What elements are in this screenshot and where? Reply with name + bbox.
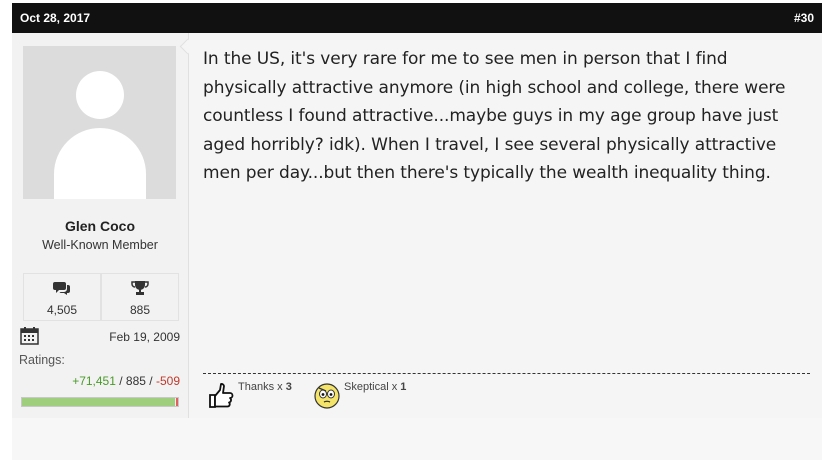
reaction-count: 3 (285, 381, 292, 393)
ratings-values[interactable]: +71,451 / 885 / -509 (72, 374, 180, 388)
avatar-shoulders (54, 128, 146, 199)
ratings-neutral: 885 (125, 374, 146, 388)
messages-stat[interactable]: 4,505 (23, 273, 101, 321)
ratings-separator: / (115, 374, 126, 388)
user-sidebar: Glen Coco Well-Known Member 4,505 885 Fe… (12, 33, 189, 418)
avatar[interactable] (23, 46, 176, 199)
skeptical-face-icon (313, 382, 341, 413)
default-avatar-icon (76, 71, 124, 119)
trophy-icon (102, 280, 178, 298)
ratings-bar-negative (176, 398, 178, 406)
joined-date: Feb 19, 2009 (109, 330, 180, 344)
post-date[interactable]: Oct 28, 2017 (20, 11, 90, 25)
post-body: Glen Coco Well-Known Member 4,505 885 Fe… (12, 33, 822, 418)
post-footer (12, 418, 822, 460)
ratings-separator: / (145, 374, 156, 388)
ratings-bar-positive (22, 398, 175, 406)
speech-bubbles-icon (24, 280, 100, 298)
reaction-label: Skeptical (344, 381, 389, 393)
reaction-thanks[interactable]: Thanks x 3 (207, 378, 292, 413)
calendar-icon (20, 326, 39, 348)
ratings-bar (21, 397, 179, 407)
ratings-negative: -509 (155, 374, 180, 388)
username-link[interactable]: Glen Coco (12, 218, 188, 234)
reaction-skeptical[interactable]: Skeptical x 1 (313, 378, 406, 413)
post-message: In the US, it's very rare for me to see … (203, 49, 786, 183)
thumbs-up-icon (207, 382, 235, 413)
post-number-link[interactable]: #30 (794, 11, 814, 25)
post-divider (203, 373, 810, 374)
trophies-stat[interactable]: 885 (101, 273, 179, 321)
post-header: Oct 28, 2017 #30 (12, 3, 822, 33)
trophies-count: 885 (129, 303, 151, 317)
reaction-times: x (274, 381, 286, 393)
reaction-label: Thanks (238, 381, 275, 393)
ratings-positive: +71,451 (72, 374, 116, 388)
reaction-times: x (388, 381, 401, 393)
user-title: Well-Known Member (42, 238, 158, 252)
reactions-bar: Thanks x 3 Skeptical x 1 (207, 378, 607, 418)
reaction-count: 1 (400, 381, 407, 393)
messages-count: 4,505 (46, 303, 78, 317)
ratings-label: Ratings: (19, 353, 65, 367)
joined-row: Feb 19, 2009 (20, 326, 180, 346)
